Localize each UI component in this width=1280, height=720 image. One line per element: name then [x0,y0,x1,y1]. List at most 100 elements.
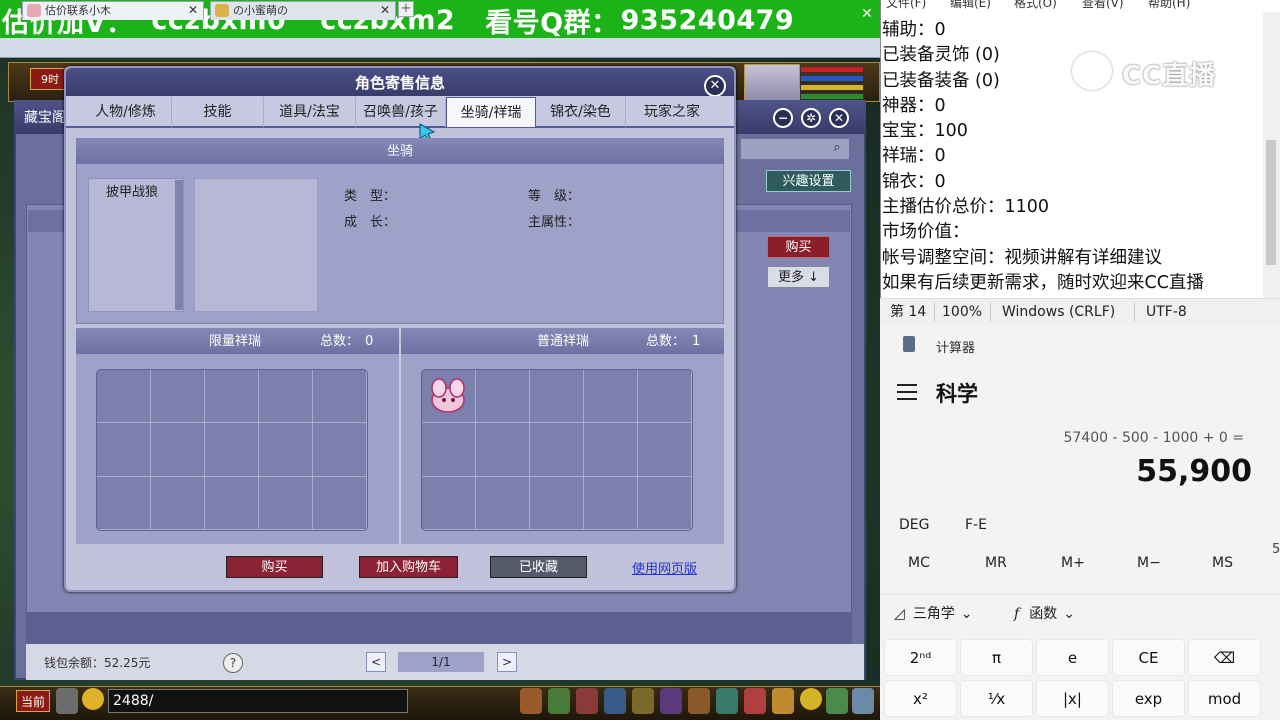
banner-close-icon[interactable]: ✕ [859,6,875,22]
tab-outfits[interactable]: 锦衣/染色 [536,97,626,127]
grid-slot[interactable] [476,423,530,477]
menu-view[interactable]: 查看(V) [1082,0,1124,11]
memory-add-button[interactable]: M+ [1061,555,1085,571]
function-dropdown[interactable]: f 函数 ⌄ [1014,603,1075,623]
new-tab-button[interactable]: + [398,1,414,17]
item-shortcut-icon[interactable] [716,688,738,714]
grid-slot[interactable] [151,423,205,477]
absolute-button[interactable]: |x| [1036,680,1109,717]
memory-clear-button[interactable]: MC [908,555,930,571]
auspicious-pet-icon[interactable] [425,374,471,418]
hamburger-menu-icon[interactable] [897,384,917,400]
grid-slot[interactable] [259,476,313,530]
grid-slot[interactable] [151,476,205,530]
minimize-icon[interactable]: − [773,108,793,128]
grid-slot[interactable] [530,476,584,530]
grid-slot[interactable] [97,423,151,477]
grid-slot[interactable] [205,370,259,424]
collected-button[interactable]: 已收藏 [490,556,587,578]
buy-button[interactable]: 购买 [226,556,323,578]
item-shortcut-icon[interactable] [632,688,654,714]
item-shortcut-icon[interactable] [604,688,626,714]
reciprocal-button[interactable]: ¹⁄x [960,680,1033,717]
item-shortcut-icon[interactable] [772,688,794,714]
item-shortcut-icon[interactable] [826,688,848,714]
memory-store-button[interactable]: MS [1212,555,1233,571]
grid-slot[interactable] [584,370,638,424]
grid-slot[interactable] [205,476,259,530]
item-shortcut-icon[interactable] [548,688,570,714]
grid-slot[interactable] [584,476,638,530]
grid-slot[interactable] [476,370,530,424]
grid-slot[interactable] [97,370,151,424]
grid-slot[interactable] [422,423,476,477]
browser-tab[interactable]: の小蜜萌の ✕ [210,1,396,20]
fe-button[interactable]: F-E [965,517,987,533]
memory-subtract-button[interactable]: M− [1137,555,1161,571]
backspace-icon[interactable]: ⌫ [1188,639,1261,676]
square-button[interactable]: x² [884,680,957,717]
euler-button[interactable]: e [1036,639,1109,676]
grid-slot[interactable] [584,423,638,477]
prev-page-button[interactable]: < [366,652,386,672]
grid-slot[interactable] [638,370,692,424]
menu-format[interactable]: 格式(O) [1014,0,1057,11]
grid-slot[interactable] [259,370,313,424]
grid-slot[interactable] [97,476,151,530]
web-version-link[interactable]: 使用网页版 [632,558,697,577]
mount-list-scrollbar[interactable] [175,180,183,310]
search-icon[interactable]: ⌕ [828,140,846,158]
item-shortcut-icon[interactable] [688,688,710,714]
grid-slot[interactable] [638,476,692,530]
grid-slot[interactable] [205,423,259,477]
smiley-icon[interactable] [800,688,822,710]
help-icon[interactable]: ? [223,653,243,673]
grid-slot[interactable] [422,476,476,530]
more-button[interactable]: 更多 ↓ [767,266,830,288]
tab-close-icon[interactable]: ✕ [380,2,390,19]
item-shortcut-icon[interactable] [576,688,598,714]
chat-input[interactable]: 2488/ [108,689,408,713]
grid-slot[interactable] [313,476,367,530]
grid-slot[interactable] [313,423,367,477]
exp-button[interactable]: exp [1112,680,1185,717]
item-shortcut-icon[interactable] [744,688,766,714]
pi-button[interactable]: π [960,639,1033,676]
settings-gear-icon[interactable]: ✲ [801,108,821,128]
memory-recall-button[interactable]: MR [985,555,1007,571]
player-avatar[interactable] [744,64,800,102]
grid-slot[interactable] [313,370,367,424]
grid-slot[interactable] [530,370,584,424]
menu-file[interactable]: 文件(F) [886,0,926,11]
browser-tab[interactable]: 估价联系小木 ✕ [22,1,204,20]
item-shortcut-icon[interactable] [520,688,542,714]
mod-button[interactable]: mod [1188,680,1261,717]
grid-slot[interactable] [476,476,530,530]
interest-settings-button[interactable]: 兴趣设置 [766,170,851,192]
trigonometry-dropdown[interactable]: ◿ 三角学 ⌄ [894,603,973,623]
tab-home[interactable]: 玩家之家 [626,97,718,127]
grid-slot[interactable] [151,370,205,424]
clear-entry-button[interactable]: CE [1112,639,1185,676]
grid-slot[interactable] [638,423,692,477]
tab-mounts[interactable]: 坐骑/祥瑞 [446,97,536,127]
microphone-icon[interactable] [56,688,78,714]
tab-character[interactable]: 人物/修炼 [80,97,172,127]
tab-items[interactable]: 道具/法宝 [264,97,356,127]
buy-button[interactable]: 购买 [767,236,830,258]
dialog-close-icon[interactable]: ✕ [704,75,726,97]
notepad-scroll-thumb[interactable] [1266,140,1276,265]
close-icon[interactable]: ✕ [829,108,849,128]
mount-list-item[interactable]: 披甲战狼 [90,182,174,204]
tab-skills[interactable]: 技能 [172,97,264,127]
grid-slot[interactable] [530,423,584,477]
deg-button[interactable]: DEG [899,517,929,533]
add-to-cart-button[interactable]: 加入购物车 [359,556,458,578]
emoji-icon[interactable] [82,688,104,710]
second-function-button[interactable]: 2ⁿᵈ [884,639,957,676]
tab-close-icon[interactable]: ✕ [188,2,198,19]
menu-edit[interactable]: 编辑(E) [950,0,991,11]
item-shortcut-icon[interactable] [660,688,682,714]
system-icon[interactable] [852,688,874,714]
menu-help[interactable]: 帮助(H) [1148,0,1190,11]
